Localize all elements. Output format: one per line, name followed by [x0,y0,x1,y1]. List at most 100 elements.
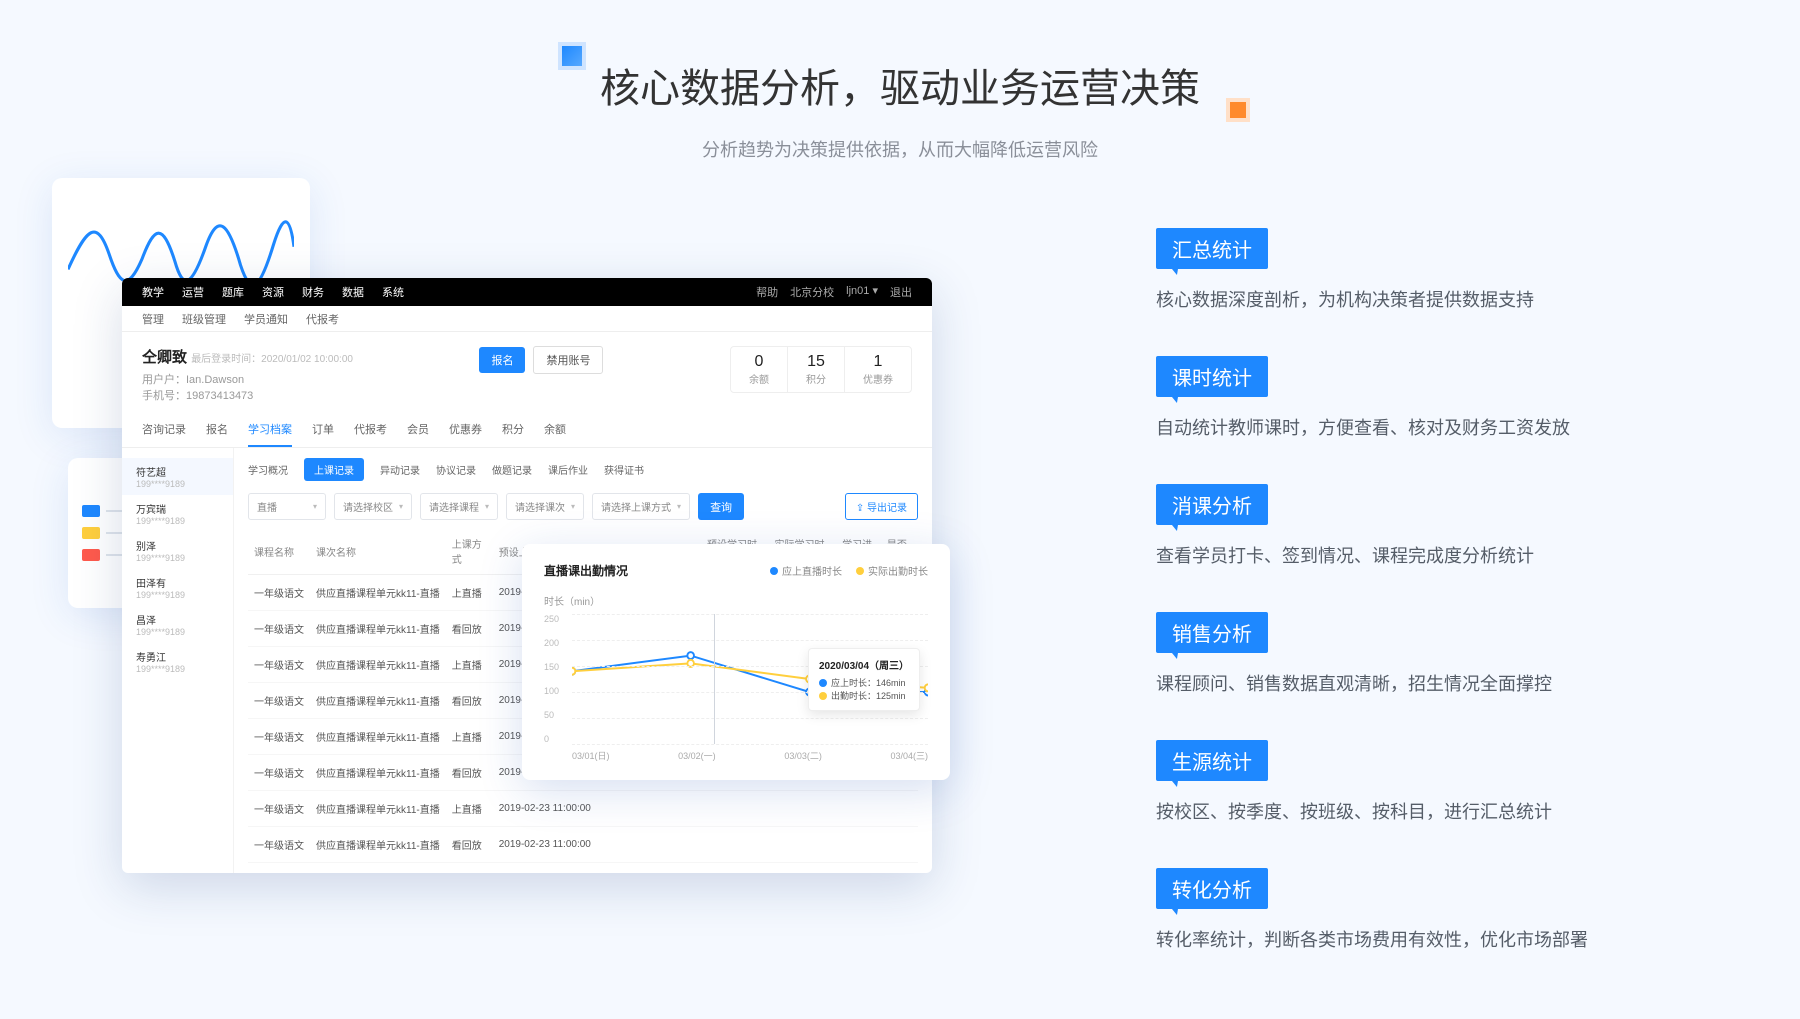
topnav-item[interactable]: 数据 [342,284,364,300]
feature-item-1: 课时统计 自动统计教师课时，方便查看、核对及财务工资发放 [1156,356,1716,442]
student-name: 仝卿致 最后登录时间：2020/01/02 10:00:00 [142,346,353,367]
topnav-item[interactable]: 财务 [302,284,324,300]
table-cell [597,827,701,863]
tab-6[interactable]: 优惠券 [449,413,482,447]
table-row[interactable]: 一年级语文供应直播课程单元kk11-直播上直播2019-02-23 11:00:… [248,791,918,827]
grid-line [572,744,928,745]
feature-tag: 生源统计 [1156,740,1268,781]
feature-desc: 核心数据深度剖析，为机构决策者提供数据支持 [1156,287,1716,314]
sidebar-student[interactable]: 别泽199****9189 [122,532,233,569]
topnav-right-item[interactable]: 北京分校 [790,284,834,300]
tab-7[interactable]: 积分 [502,413,524,447]
table-cell: 一年级语文 [248,827,310,863]
topnav-right-item[interactable]: 帮助 [756,284,778,300]
chart-point [925,684,928,691]
grid-line [572,640,928,641]
feature-desc: 按校区、按季度、按班级、按科目，进行汇总统计 [1156,799,1716,826]
table-cell: 2019-02-23 11:00:00 [493,791,597,827]
attendance-chart-card: 直播课出勤情况 应上直播时长 实际出勤时长 时长（min） 2502001501… [522,544,950,780]
chart-tooltip: 2020/03/04（周三） 应上时长：146min 出勤时长：125min [808,648,920,711]
subnav-item[interactable]: 学员通知 [244,311,288,327]
grid-line [572,718,928,719]
filter-select[interactable]: 请选择校区 [334,493,412,520]
feature-list: 汇总统计 核心数据深度剖析，为机构决策者提供数据支持 课时统计 自动统计教师课时… [1156,228,1716,996]
topbar: 教学 运营 题库 资源 财务 数据 系统 帮助北京分校 ljn01 ▾ 退出 [122,278,932,306]
sidebar-student[interactable]: 符艺超199****9189 [122,458,233,495]
sidebar-student[interactable]: 万宾瑞199****9189 [122,495,233,532]
tab-2[interactable]: 学习档案 [248,413,292,447]
search-button[interactable]: 查询 [698,493,744,520]
x-tick: 03/03(二) [784,749,822,762]
table-cell: 上直播 [446,719,493,755]
pill-tab[interactable]: 课后作业 [548,462,588,477]
subnav-item[interactable]: 代报考 [306,311,339,327]
table-cell: 上直播 [446,791,493,827]
tab-3[interactable]: 订单 [312,413,334,447]
table-row[interactable]: 一年级语文供应直播课程单元kk11-直播看回放2019-02-23 11:00:… [248,827,918,863]
feature-desc: 查看学员打卡、签到情况、课程完成度分析统计 [1156,543,1716,570]
tab-8[interactable]: 余额 [544,413,566,447]
tab-4[interactable]: 代报考 [354,413,387,447]
topnav-item[interactable]: 运营 [182,284,204,300]
chart-ylabel: 时长（min） [544,593,928,608]
table-cell: 供应直播课程单元kk11-直播 [310,647,446,683]
topnav-item[interactable]: 题库 [222,284,244,300]
pill-tab[interactable]: 获得证书 [604,462,644,477]
pill-tab[interactable]: 协议记录 [436,462,476,477]
table-cell: 2019-02-23 11:00:00 [493,827,597,863]
filter-select[interactable]: 直播 [248,493,326,520]
y-tick: 150 [544,662,559,672]
subnav-item[interactable]: 管理 [142,311,164,327]
pill-tab[interactable]: 做题记录 [492,462,532,477]
pill-tab[interactable]: 上课记录 [304,458,364,481]
table-cell: 看回放 [446,611,493,647]
table-cell: 一年级语文 [248,575,310,611]
feature-desc: 课程顾问、销售数据直观清晰，招生情况全面撑控 [1156,671,1716,698]
sidebar-student[interactable]: 寿勇江199****9189 [122,643,233,680]
grid-line [572,614,928,615]
stat-block: 15积分 [788,347,845,392]
table-cell: 一年级语文 [248,791,310,827]
feature-item-2: 消课分析 查看学员打卡、签到情况、课程完成度分析统计 [1156,484,1716,570]
topnav-item[interactable]: 教学 [142,284,164,300]
filter-select[interactable]: 请选择课程 [420,493,498,520]
table-cell [881,791,918,827]
table-cell: 上直播 [446,647,493,683]
feature-tag: 销售分析 [1156,612,1268,653]
tab-0[interactable]: 咨询记录 [142,413,186,447]
table-cell: 一年级语文 [248,719,310,755]
topnav-right-item[interactable]: 退出 [890,284,912,300]
export-button[interactable]: ⇪ 导出记录 [845,493,918,520]
tab-5[interactable]: 会员 [407,413,429,447]
subnav-item[interactable]: 班级管理 [182,311,226,327]
filter-select[interactable]: 请选择上课方式 [592,493,690,520]
topnav-item[interactable]: 系统 [382,284,404,300]
table-cell: 看回放 [446,827,493,863]
table-cell: 供应直播课程单元kk11-直播 [310,791,446,827]
tab-1[interactable]: 报名 [206,413,228,447]
pill-tab[interactable]: 学习概况 [248,462,288,477]
filter-select[interactable]: 请选择课次 [506,493,584,520]
y-tick: 200 [544,638,559,648]
chart-title: 直播课出勤情况 [544,562,628,579]
table-cell [836,827,881,863]
legend-series-1: 应上直播时长 [770,563,842,578]
feature-item-4: 生源统计 按校区、按季度、按班级、按科目，进行汇总统计 [1156,740,1716,826]
table-cell [881,827,918,863]
enroll-button[interactable]: 报名 [479,347,525,373]
table-cell: 看回放 [446,683,493,719]
archive-pill-tabs: 学习概况 上课记录 异动记录 协议记录 做题记录 课后作业 获得证书 [248,458,918,481]
table-header: 课次名称 [310,528,446,575]
table-cell: 供应直播课程单元kk11-直播 [310,827,446,863]
pill-tab[interactable]: 异动记录 [380,462,420,477]
x-tick: 03/02(一) [678,749,716,762]
sidebar-student[interactable]: 田泽有199****9189 [122,569,233,606]
profile-stats: 0余额15积分1优惠券 [730,346,912,393]
stat-block: 1优惠券 [845,347,911,392]
topnav-item[interactable]: 资源 [262,284,284,300]
topnav-right-item[interactable]: ljn01 ▾ [846,284,878,300]
chart-cursor-line [714,614,715,744]
disable-account-button[interactable]: 禁用账号 [533,346,603,374]
sidebar-student[interactable]: 昌泽199****9189 [122,606,233,643]
y-tick: 50 [544,710,559,720]
